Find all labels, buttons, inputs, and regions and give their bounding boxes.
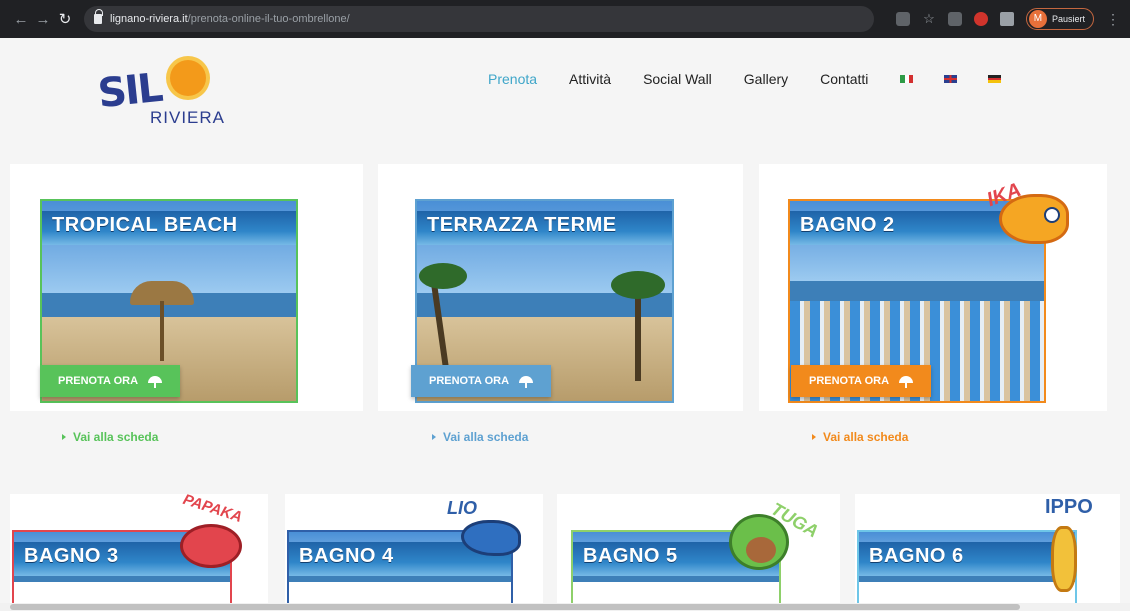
menu-item-prenota[interactable]: Prenota (488, 71, 537, 87)
arrow-right-icon[interactable]: → (32, 11, 54, 28)
card-title: BAGNO 4 (299, 545, 394, 567)
caret-right-icon (812, 434, 816, 440)
seahorse-mascot-icon (1051, 526, 1077, 592)
avatar: M (1028, 10, 1047, 28)
card-terrazza-terme: TERRAZZA TERME PRENOTA ORA (378, 164, 743, 411)
italian-flag-icon[interactable] (900, 75, 914, 83)
extension-icon[interactable] (947, 12, 962, 26)
palm-tree-icon (419, 263, 467, 289)
card-title: TROPICAL BEACH (52, 214, 238, 236)
vai-alla-scheda-link[interactable]: Vai alla scheda (62, 430, 158, 444)
menu-item-contatti[interactable]: Contatti (820, 71, 868, 87)
main-menu: Prenota Attività Social Wall Gallery Con… (488, 71, 1032, 87)
more-menu-icon[interactable]: ⋮ (1106, 11, 1120, 28)
card-tropical-beach: TROPICAL BEACH PRENOTA ORA (10, 164, 363, 411)
palm-tree-icon (611, 271, 665, 299)
star-icon[interactable]: ☆ (922, 12, 936, 26)
prenota-ora-button[interactable]: PRENOTA ORA (40, 365, 181, 397)
horizontal-scrollbar[interactable] (0, 603, 1130, 611)
menu-item-social-wall[interactable]: Social Wall (643, 71, 712, 87)
menu-item-attivita[interactable]: Attività (569, 71, 611, 87)
card-title: BAGNO 5 (583, 545, 678, 567)
card-bagno-3: BAGNO 3 PAPAKA (10, 490, 268, 611)
caret-right-icon (62, 434, 66, 440)
crab-mascot-icon (180, 524, 242, 568)
umbrella-icon (148, 376, 163, 388)
address-bar[interactable]: lignano-riviera.it/prenota-online-il-tuo… (84, 6, 874, 32)
prenota-ora-button[interactable]: PRENOTA ORA (411, 365, 552, 397)
card-title: BAGNO 6 (869, 545, 964, 567)
card-title: BAGNO 2 (800, 214, 895, 236)
vai-alla-scheda-link[interactable]: Vai alla scheda (432, 430, 528, 444)
site-logo[interactable]: SIL RIVIERA (96, 58, 228, 138)
profile-status: Pausiert (1051, 14, 1085, 24)
card-title: TERRAZZA TERME (427, 214, 617, 236)
translate-icon[interactable] (895, 12, 910, 26)
card-bagno-6: BAGNO 6 IPPO (855, 494, 1120, 611)
umbrella-icon (899, 376, 914, 388)
url-text: lignano-riviera.it/prenota-online-il-tuo… (110, 13, 350, 25)
beach-photo[interactable]: BAGNO 6 (857, 530, 1077, 611)
mascot-label: PAPAKA (180, 490, 245, 527)
sun-icon (170, 60, 206, 96)
menu-item-gallery[interactable]: Gallery (744, 71, 788, 87)
arrow-left-icon[interactable]: ← (10, 11, 32, 28)
site-header: SIL RIVIERA Prenota Attività Social Wall… (0, 38, 1130, 148)
prenota-ora-button[interactable]: PRENOTA ORA (791, 365, 932, 397)
card-bagno-2: BAGNO 2 IKA PRENOTA ORA (759, 164, 1107, 411)
german-flag-icon[interactable] (988, 75, 1002, 84)
browser-toolbar: ← → ↻ lignano-riviera.it/prenota-online-… (0, 0, 1130, 38)
reload-icon[interactable]: ↻ (54, 10, 76, 28)
umbrella-icon (519, 376, 534, 388)
uk-flag-icon[interactable] (944, 75, 958, 83)
scrollbar-thumb[interactable] (10, 604, 1020, 610)
mascot-label: IPPO (1045, 496, 1093, 518)
card-bagno-4: BAGNO 4 LIO (285, 494, 543, 611)
profile-button[interactable]: M Pausiert (1025, 8, 1094, 30)
vai-alla-scheda-link[interactable]: Vai alla scheda (812, 430, 908, 444)
card-bagno-5: BAGNO 5 TUGA (557, 494, 840, 611)
extensions-puzzle-icon[interactable] (999, 12, 1014, 26)
mascot-label: LIO (447, 498, 477, 518)
website: SIL RIVIERA Prenota Attività Social Wall… (0, 38, 1130, 611)
card-title: BAGNO 3 (24, 545, 119, 567)
caret-right-icon (432, 434, 436, 440)
adblock-icon[interactable] (973, 12, 988, 26)
lock-icon (94, 9, 103, 24)
